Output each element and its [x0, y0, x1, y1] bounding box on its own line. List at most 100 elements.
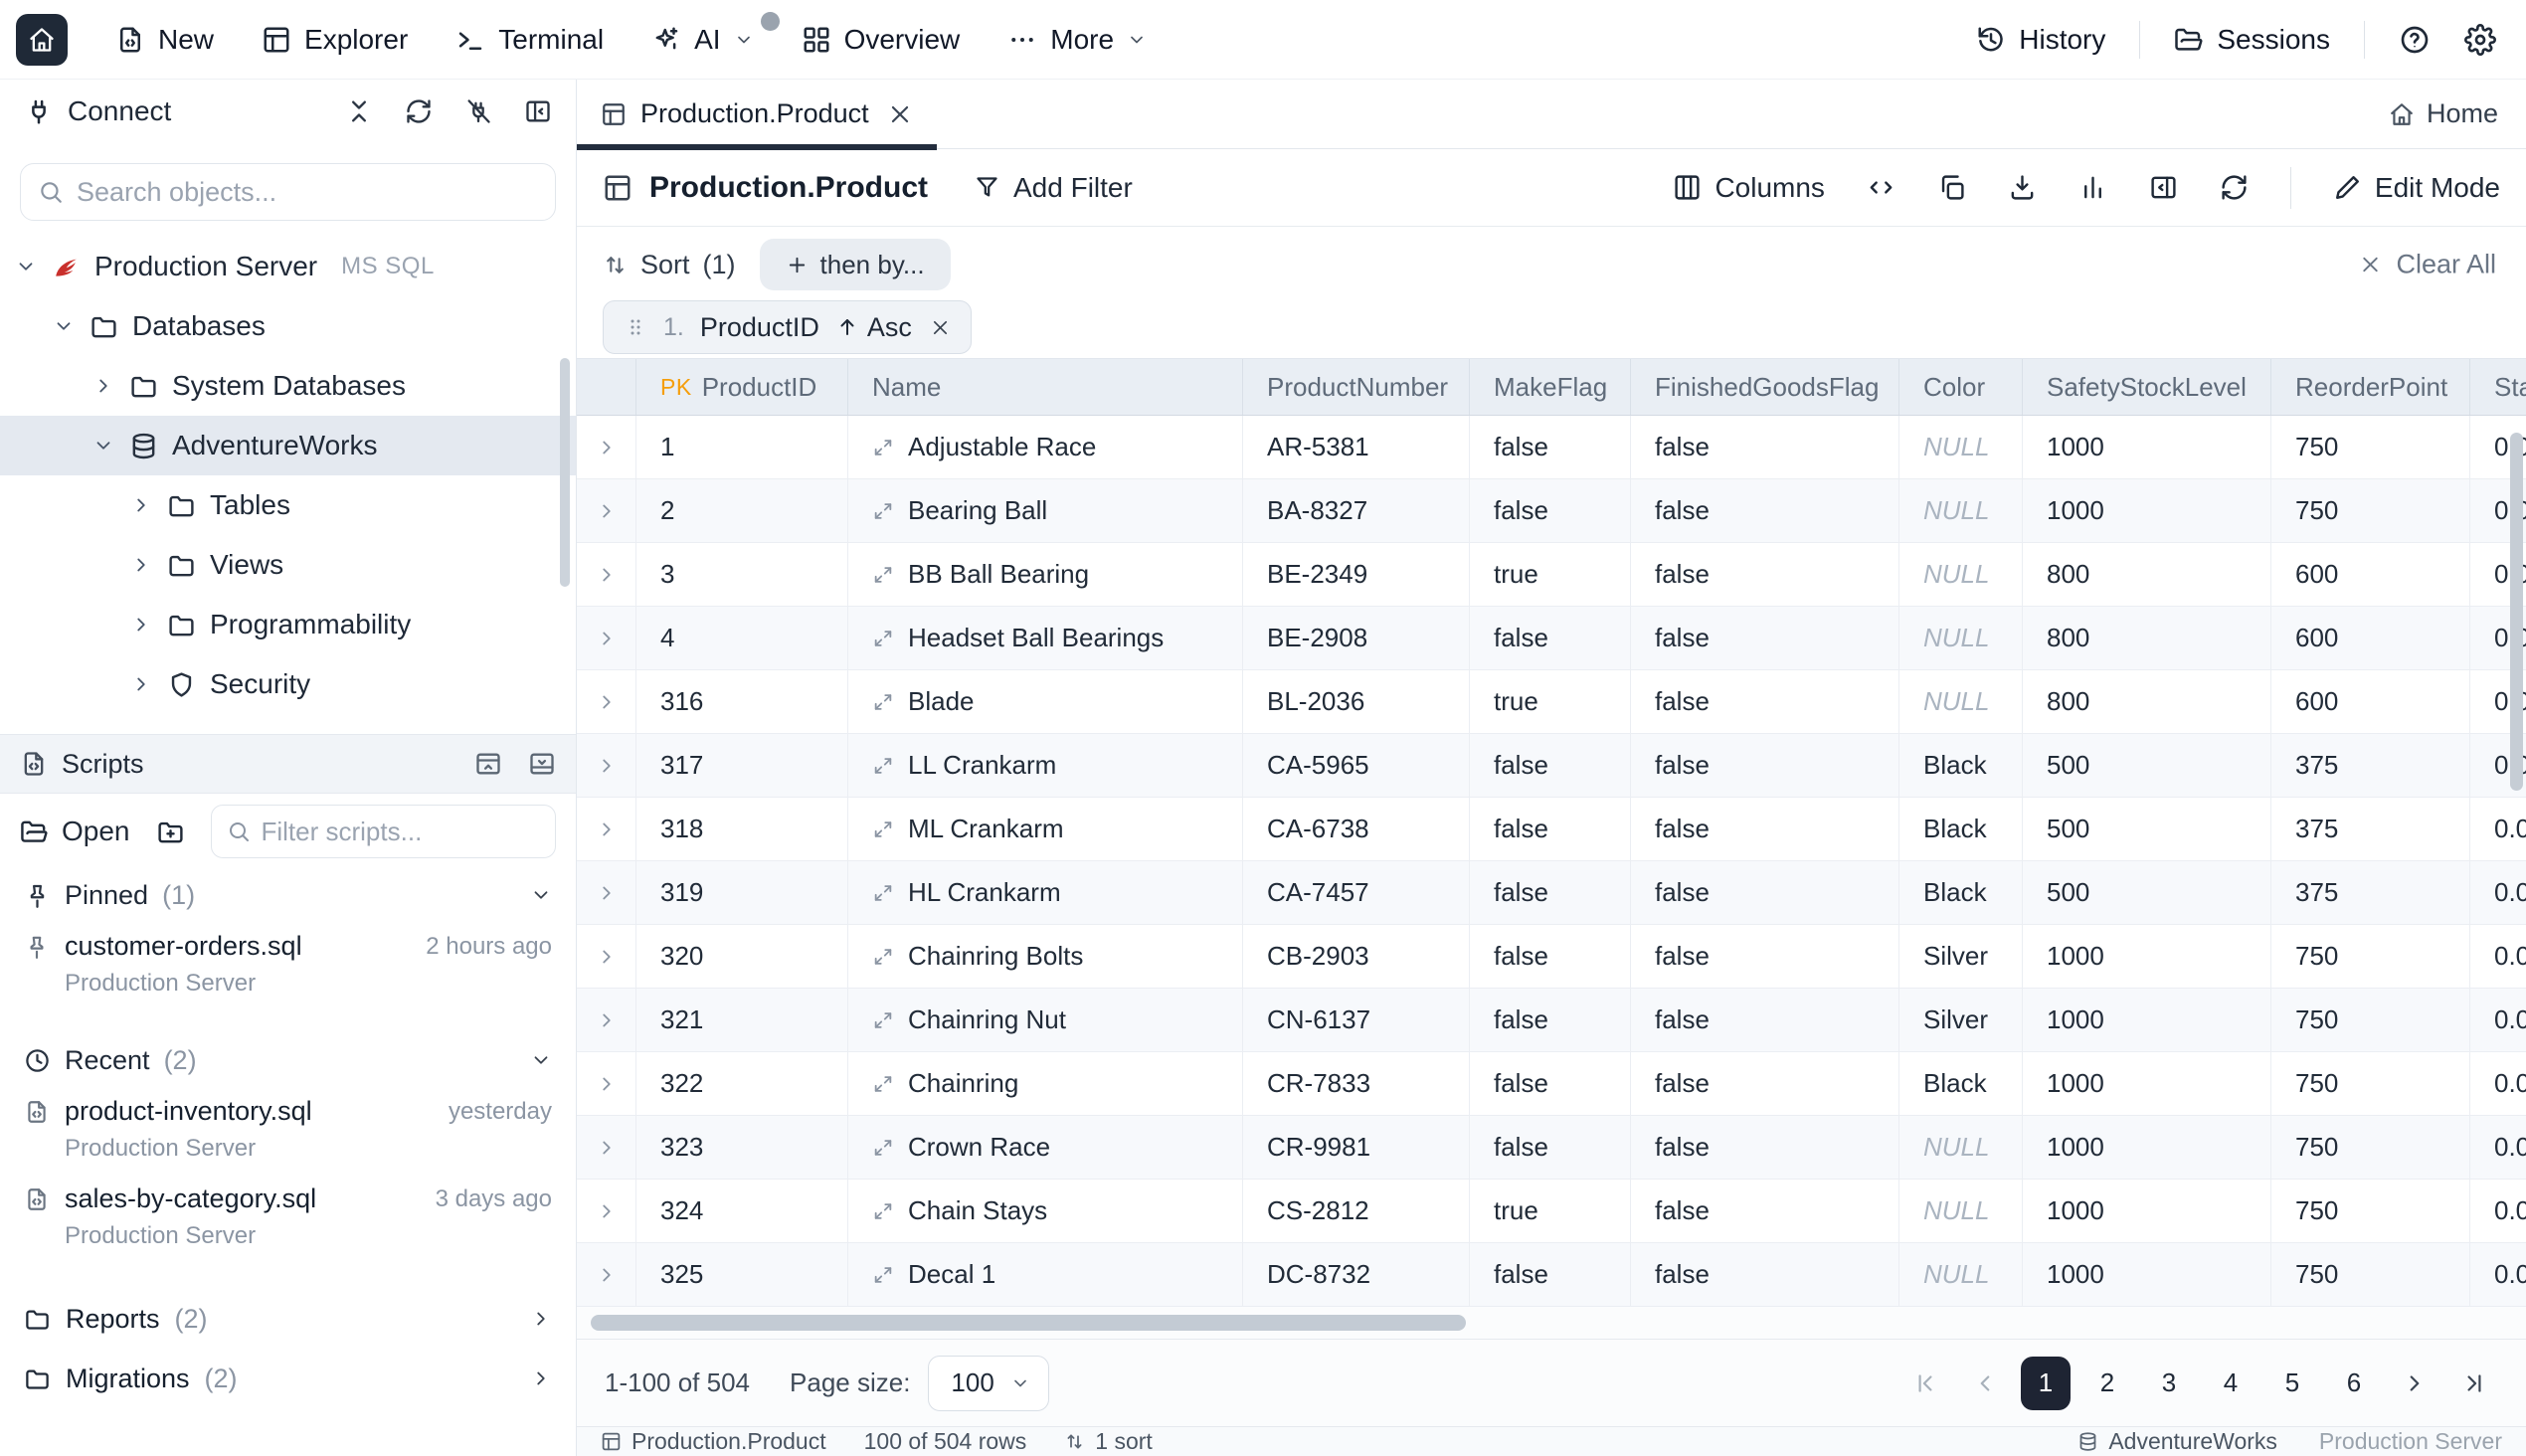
table-row[interactable]: 325Decal 1DC-8732falsefalseNULL10007500.…: [577, 1243, 2526, 1307]
cell-productid[interactable]: 322: [636, 1052, 848, 1115]
export-button[interactable]: [2008, 173, 2037, 202]
remove-sort-icon[interactable]: [930, 317, 951, 338]
column-header-safetystocklevel[interactable]: SafetyStockLevel: [2023, 359, 2271, 415]
expand-row-icon[interactable]: [596, 882, 618, 904]
cell[interactable]: 600: [2271, 670, 2470, 733]
cell[interactable]: false: [1470, 734, 1631, 797]
table-row[interactable]: 317LL CrankarmCA-5965falsefalseBlack5003…: [577, 734, 2526, 798]
cell[interactable]: 750: [2271, 1052, 2470, 1115]
cell-productid[interactable]: 324: [636, 1180, 848, 1242]
last-page-button[interactable]: [2450, 1357, 2498, 1410]
tree-item-production-server[interactable]: Production Server MS SQL: [0, 237, 576, 296]
tree-item-security[interactable]: Security: [0, 654, 576, 714]
expand-row-icon[interactable]: [596, 1073, 618, 1095]
filter-scripts-input[interactable]: [211, 805, 557, 858]
cell[interactable]: false: [1470, 416, 1631, 478]
table-row[interactable]: 3BB Ball BearingBE-2349truefalseNULL8006…: [577, 543, 2526, 607]
cell[interactable]: BE-2349: [1243, 543, 1470, 606]
cell[interactable]: false: [1470, 1243, 1631, 1306]
cell[interactable]: false: [1631, 1243, 1899, 1306]
collapse-all-icon[interactable]: [345, 97, 373, 125]
expand-row-icon[interactable]: [596, 1200, 618, 1222]
expand-row-icon[interactable]: [596, 1264, 618, 1286]
cell[interactable]: CA-6738: [1243, 798, 1470, 860]
tree-item-system-databases[interactable]: System Databases: [0, 356, 576, 416]
cell[interactable]: 800: [2023, 543, 2271, 606]
cell[interactable]: BL-2036: [1243, 670, 1470, 733]
home-tab-button[interactable]: Home: [2389, 98, 2526, 129]
expand-row-icon[interactable]: [596, 628, 618, 649]
cell[interactable]: CN-6137: [1243, 989, 1470, 1051]
expand-row-icon[interactable]: [596, 819, 618, 840]
cell[interactable]: NULL: [1899, 1243, 2023, 1306]
recent-section-header[interactable]: Recent (2): [0, 1034, 576, 1086]
side-panel-button[interactable]: [2149, 173, 2178, 202]
cell[interactable]: 1000: [2023, 1243, 2271, 1306]
table-row[interactable]: 322ChainringCR-7833falsefalseBlack100075…: [577, 1052, 2526, 1116]
cell[interactable]: 0.00: [2470, 1116, 2526, 1179]
cell[interactable]: CR-7833: [1243, 1052, 1470, 1115]
cell[interactable]: BE-2908: [1243, 607, 1470, 669]
refresh-table-button[interactable]: [2220, 173, 2249, 202]
cell-name[interactable]: LL Crankarm: [848, 734, 1243, 797]
cell[interactable]: NULL: [1899, 607, 2023, 669]
cell[interactable]: Black: [1899, 1052, 2023, 1115]
cell[interactable]: NULL: [1899, 670, 2023, 733]
cell[interactable]: 0.00: [2470, 1052, 2526, 1115]
cell[interactable]: NULL: [1899, 479, 2023, 542]
cell-name[interactable]: Adjustable Race: [848, 416, 1243, 478]
clear-all-sorts-button[interactable]: Clear All: [2359, 250, 2496, 280]
cell[interactable]: false: [1631, 989, 1899, 1051]
expand-row-icon[interactable]: [596, 437, 618, 458]
cell[interactable]: false: [1470, 989, 1631, 1051]
cell-productid[interactable]: 318: [636, 798, 848, 860]
script-item-sales-by-category[interactable]: sales-by-category.sql 3 days ago Product…: [0, 1174, 576, 1261]
nav-new[interactable]: New: [115, 24, 214, 56]
cell[interactable]: 0.00: [2470, 798, 2526, 860]
cell[interactable]: false: [1631, 543, 1899, 606]
refresh-icon[interactable]: [405, 97, 433, 125]
chart-button[interactable]: [2078, 173, 2107, 202]
nav-terminal[interactable]: Terminal: [455, 24, 604, 56]
cell[interactable]: NULL: [1899, 416, 2023, 478]
page-button-5[interactable]: 5: [2267, 1357, 2317, 1410]
connect-button[interactable]: Connect: [24, 95, 171, 127]
cell-productid[interactable]: 1: [636, 416, 848, 478]
expand-row-icon[interactable]: [596, 946, 618, 968]
cell[interactable]: 500: [2023, 861, 2271, 924]
sort-direction-toggle[interactable]: Asc: [835, 312, 912, 343]
cell-name[interactable]: Blade: [848, 670, 1243, 733]
settings-button[interactable]: [2464, 24, 2496, 56]
cell[interactable]: false: [1470, 1052, 1631, 1115]
cell[interactable]: false: [1631, 670, 1899, 733]
column-header-finishedgoodsflag[interactable]: FinishedGoodsFlag: [1631, 359, 1899, 415]
cell[interactable]: CA-7457: [1243, 861, 1470, 924]
first-page-button[interactable]: [1901, 1357, 1949, 1410]
cell[interactable]: 1000: [2023, 989, 2271, 1051]
column-header-color[interactable]: Color: [1899, 359, 2023, 415]
folder-reports[interactable]: Reports (2): [0, 1289, 576, 1349]
tab-production-product[interactable]: Production.Product: [577, 80, 937, 149]
cell-name[interactable]: Chainring Bolts: [848, 925, 1243, 988]
view-sql-button[interactable]: [1867, 173, 1895, 202]
cell[interactable]: 750: [2271, 1180, 2470, 1242]
then-by-button[interactable]: then by...: [760, 239, 951, 290]
disconnect-icon[interactable]: [464, 97, 492, 125]
cell[interactable]: CR-9981: [1243, 1116, 1470, 1179]
cell[interactable]: false: [1631, 861, 1899, 924]
column-header-reorderpoint[interactable]: ReorderPoint: [2271, 359, 2470, 415]
cell[interactable]: AR-5381: [1243, 416, 1470, 478]
expand-row-icon[interactable]: [596, 564, 618, 586]
cell[interactable]: NULL: [1899, 543, 2023, 606]
cell[interactable]: 1000: [2023, 1116, 2271, 1179]
cell[interactable]: Silver: [1899, 989, 2023, 1051]
cell[interactable]: 750: [2271, 1116, 2470, 1179]
cell[interactable]: Silver: [1899, 925, 2023, 988]
cell-productid[interactable]: 4: [636, 607, 848, 669]
copy-button[interactable]: [1937, 173, 1966, 202]
cell[interactable]: false: [1631, 1052, 1899, 1115]
table-row[interactable]: 316BladeBL-2036truefalseNULL8006000.00: [577, 670, 2526, 734]
cell[interactable]: 750: [2271, 1243, 2470, 1306]
cell[interactable]: false: [1631, 925, 1899, 988]
cell[interactable]: CB-2903: [1243, 925, 1470, 988]
